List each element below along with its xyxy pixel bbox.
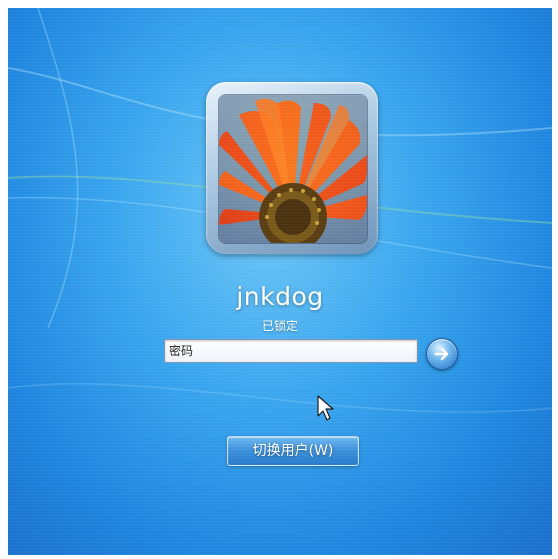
username-label: jnkdog [236, 282, 324, 311]
lock-screen: jnkdog 已锁定 切换用户(W) [8, 8, 552, 555]
photo-frame: jnkdog 已锁定 切换用户(W) [0, 0, 558, 559]
user-avatar [218, 94, 368, 244]
user-avatar-frame [206, 82, 378, 254]
submit-login-button[interactable] [426, 338, 458, 370]
lock-status-label: 已锁定 [261, 319, 298, 333]
switch-user-button[interactable]: 切换用户(W) [227, 436, 359, 466]
arrow-right-icon [434, 347, 449, 361]
mouse-pointer-icon [317, 395, 334, 421]
flower-image-icon [219, 95, 367, 243]
password-input[interactable] [164, 339, 418, 363]
